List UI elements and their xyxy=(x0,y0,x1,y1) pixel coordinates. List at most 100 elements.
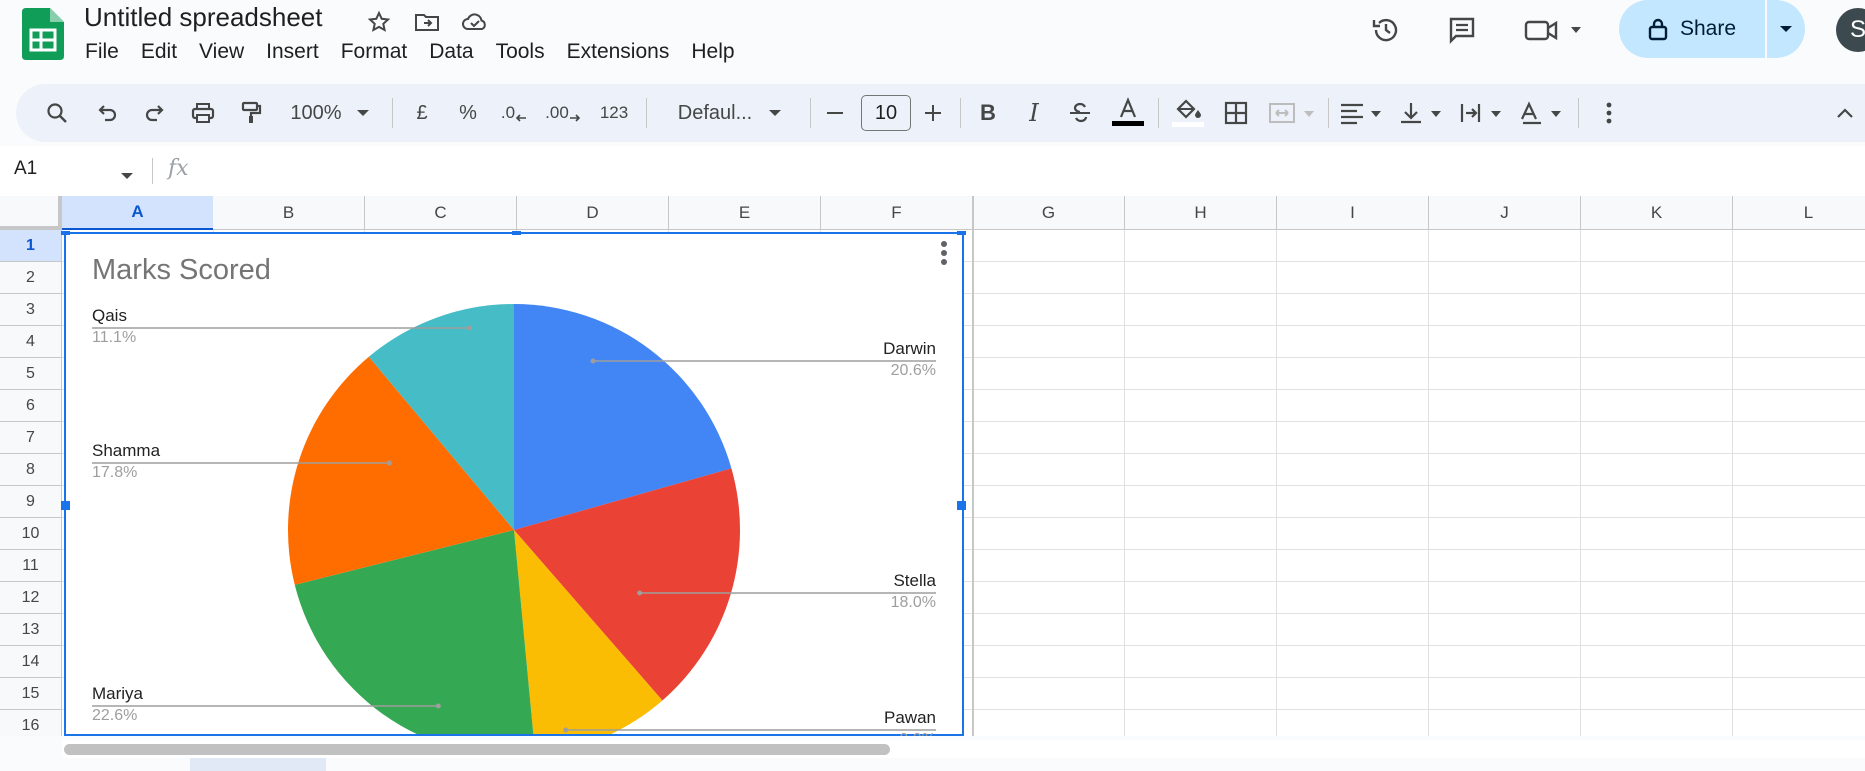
menu-data[interactable]: Data xyxy=(429,40,473,64)
format-currency-button[interactable]: £ xyxy=(404,84,440,142)
share-button[interactable]: Share xyxy=(1619,0,1805,58)
column-header-d[interactable]: D xyxy=(517,196,669,230)
lock-icon xyxy=(1648,18,1668,41)
column-header-a[interactable]: A xyxy=(62,196,214,230)
move-folder-icon[interactable] xyxy=(410,5,444,39)
format-percent-button[interactable]: % xyxy=(450,84,486,142)
menu-format[interactable]: Format xyxy=(341,40,408,64)
share-label: Share xyxy=(1679,17,1737,40)
menu-edit[interactable]: Edit xyxy=(141,40,177,64)
text-wrapping-icon[interactable] xyxy=(1458,84,1510,142)
row-header-3[interactable]: 3 xyxy=(0,294,62,326)
font-family-select[interactable]: Defaul... xyxy=(660,84,800,142)
fill-color-icon[interactable] xyxy=(1168,84,1208,142)
spreadsheet-grid[interactable]: A B C D E F G H I J K L 1 2 3 4 5 6 7 8 9 10 11 12 13 14 15 16 Marks… xyxy=(0,196,1865,736)
column-header-e[interactable]: E xyxy=(669,196,821,230)
more-formats-button[interactable]: 123 xyxy=(592,84,636,142)
menu-file[interactable]: File xyxy=(85,40,119,64)
zoom-select[interactable]: 100% xyxy=(280,84,380,142)
share-dropdown-icon[interactable] xyxy=(1767,0,1805,58)
font-family-value: Defaul... xyxy=(677,101,753,124)
redo-icon[interactable] xyxy=(138,84,172,142)
column-header-j[interactable]: J xyxy=(1429,196,1581,230)
more-options-icon[interactable] xyxy=(1594,84,1624,142)
column-header-f[interactable]: F xyxy=(821,196,973,230)
row-header-14[interactable]: 14 xyxy=(0,646,62,678)
fx-icon: fx xyxy=(168,156,189,181)
sheet-tab-active[interactable] xyxy=(190,758,326,771)
print-icon[interactable] xyxy=(186,84,220,142)
row-header-6[interactable]: 6 xyxy=(0,390,62,422)
sheets-logo-icon[interactable] xyxy=(22,8,64,60)
arrow-right-icon xyxy=(569,114,580,122)
column-header-g[interactable]: G xyxy=(973,196,1125,230)
zoom-value: 100% xyxy=(290,101,342,124)
column-header-b[interactable]: B xyxy=(213,196,365,230)
top-bar: Untitled spreadsheet File Edit View Inse… xyxy=(0,0,1865,80)
name-box[interactable]: A1 xyxy=(14,158,37,180)
undo-icon[interactable] xyxy=(90,84,124,142)
column-header-l[interactable]: L xyxy=(1733,196,1865,230)
menu-insert[interactable]: Insert xyxy=(266,40,319,64)
meet-icon[interactable] xyxy=(1520,8,1590,52)
decrease-decimal-button[interactable]: .0 xyxy=(496,84,532,142)
menu-view[interactable]: View xyxy=(199,40,244,64)
paint-format-icon[interactable] xyxy=(234,84,268,142)
row-header-10[interactable]: 10 xyxy=(0,518,62,550)
row-header-16[interactable]: 16 xyxy=(0,710,62,736)
scrollbar-thumb[interactable] xyxy=(64,744,890,755)
column-header-k[interactable]: K xyxy=(1581,196,1733,230)
text-color-icon[interactable] xyxy=(1108,84,1148,142)
row-header-9[interactable]: 9 xyxy=(0,486,62,518)
minus-icon xyxy=(827,112,843,114)
slice-percent-qais: 11.1% xyxy=(92,329,137,346)
plus-icon xyxy=(925,105,941,121)
slice-percent-pawan: 9.9% xyxy=(900,731,936,736)
avatar[interactable]: S xyxy=(1836,8,1865,52)
vertical-align-icon[interactable] xyxy=(1398,84,1450,142)
slice-label-stella: Stella xyxy=(893,571,936,590)
slice-label-pawan: Pawan xyxy=(884,708,936,727)
column-header-i[interactable]: I xyxy=(1277,196,1429,230)
column-header-h[interactable]: H xyxy=(1125,196,1277,230)
menu-help[interactable]: Help xyxy=(691,40,734,64)
row-header-13[interactable]: 13 xyxy=(0,614,62,646)
increase-font-size-button[interactable] xyxy=(916,84,950,142)
version-history-icon[interactable] xyxy=(1364,8,1408,52)
slice-percent-mariya: 22.6% xyxy=(92,707,138,724)
menu-tools[interactable]: Tools xyxy=(496,40,545,64)
text-rotation-icon[interactable] xyxy=(1518,84,1570,142)
row-header-5[interactable]: 5 xyxy=(0,358,62,390)
row-header-11[interactable]: 11 xyxy=(0,550,62,582)
decrease-font-size-button[interactable] xyxy=(818,84,852,142)
increase-decimal-button[interactable]: .00 xyxy=(542,84,584,142)
row-header-4[interactable]: 4 xyxy=(0,326,62,358)
row-header-2[interactable]: 2 xyxy=(0,262,62,294)
formula-bar: A1 fx xyxy=(0,146,1865,196)
column-header-c[interactable]: C xyxy=(365,196,517,230)
collapse-toolbar-icon[interactable] xyxy=(1830,84,1860,142)
search-menus-icon[interactable] xyxy=(40,84,74,142)
row-header-12[interactable]: 12 xyxy=(0,582,62,614)
chevron-down-icon[interactable] xyxy=(120,168,134,186)
italic-button[interactable]: I xyxy=(1016,84,1052,142)
slice-label-darwin: Darwin xyxy=(883,339,936,358)
row-header-7[interactable]: 7 xyxy=(0,422,62,454)
comments-icon[interactable] xyxy=(1440,8,1484,52)
row-header-1[interactable]: 1 xyxy=(0,230,62,262)
select-all-corner[interactable] xyxy=(0,196,62,230)
horizontal-align-icon[interactable] xyxy=(1338,84,1390,142)
cloud-saved-icon[interactable] xyxy=(458,5,492,39)
horizontal-scrollbar[interactable] xyxy=(62,740,1865,758)
star-icon[interactable] xyxy=(362,5,396,39)
bold-button[interactable]: B xyxy=(970,84,1006,142)
document-title[interactable]: Untitled spreadsheet xyxy=(84,2,322,33)
row-header-15[interactable]: 15 xyxy=(0,678,62,710)
merge-cells-icon[interactable] xyxy=(1264,84,1320,142)
borders-icon[interactable] xyxy=(1218,84,1254,142)
row-header-8[interactable]: 8 xyxy=(0,454,62,486)
pie-chart[interactable]: Marks ScoredDarwin20.6%Stella18.0%Pawan9… xyxy=(61,231,966,736)
font-size-input[interactable]: 10 xyxy=(861,95,911,131)
menu-extensions[interactable]: Extensions xyxy=(567,40,670,64)
strikethrough-icon[interactable] xyxy=(1062,84,1098,142)
